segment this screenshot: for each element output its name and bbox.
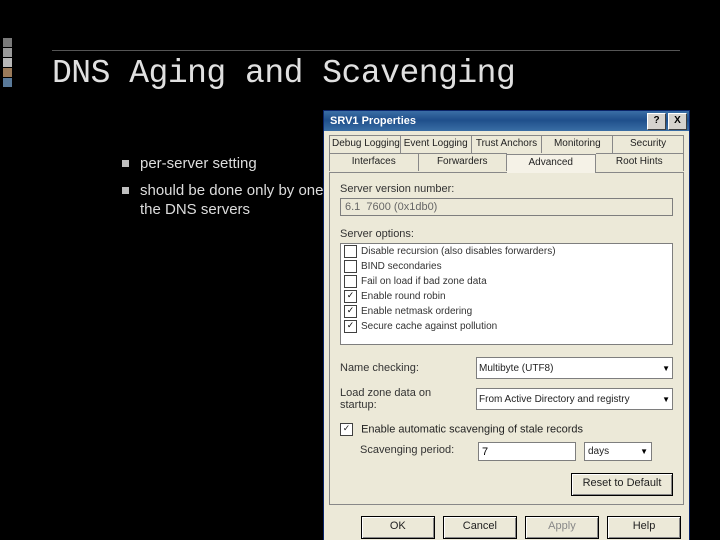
checkbox-icon[interactable] <box>344 245 357 258</box>
select-value: days <box>588 446 609 457</box>
chevron-down-icon: ▼ <box>640 447 648 456</box>
option-label: BIND secondaries <box>361 261 442 272</box>
tab-debug-logging[interactable]: Debug Logging <box>329 135 401 153</box>
help-icon[interactable]: ? <box>647 113 666 130</box>
version-label: Server version number: <box>340 183 673 195</box>
tab-security[interactable]: Security <box>613 135 684 153</box>
reset-default-button[interactable]: Reset to Default <box>571 473 673 496</box>
option-label: Fail on load if bad zone data <box>361 276 487 287</box>
checkbox-icon[interactable] <box>344 275 357 288</box>
tab-trust-anchors[interactable]: Trust Anchors <box>472 135 543 153</box>
name-checking-select[interactable]: Multibyte (UTF8) ▼ <box>476 357 673 379</box>
option-label: Enable netmask ordering <box>361 306 472 317</box>
titlebar[interactable]: SRV1 Properties ? X <box>324 111 689 131</box>
option-round-robin[interactable]: ✓ Enable round robin <box>341 289 672 304</box>
option-label: Enable round robin <box>361 291 446 302</box>
scavenge-period-label: Scavenging period: <box>360 444 470 456</box>
select-value: From Active Directory and registry <box>479 394 630 405</box>
option-label: Secure cache against pollution <box>361 321 497 332</box>
option-netmask-ordering[interactable]: ✓ Enable netmask ordering <box>341 304 672 319</box>
cancel-button[interactable]: Cancel <box>443 516 517 539</box>
title-rule <box>52 50 680 51</box>
chevron-down-icon: ▼ <box>662 395 670 404</box>
server-options-label: Server options: <box>340 228 673 240</box>
name-checking-label: Name checking: <box>340 362 470 374</box>
checkbox-icon[interactable]: ✓ <box>344 305 357 318</box>
checkbox-icon[interactable]: ✓ <box>344 290 357 303</box>
checkbox-icon[interactable]: ✓ <box>344 320 357 333</box>
load-zone-label: Load zone data on startup: <box>340 387 470 411</box>
option-secure-cache[interactable]: ✓ Secure cache against pollution <box>341 319 672 334</box>
checkbox-icon[interactable]: ✓ <box>340 423 353 436</box>
server-options-list[interactable]: Disable recursion (also disables forward… <box>340 243 673 345</box>
scavenge-check-row[interactable]: ✓ Enable automatic scavenging of stale r… <box>340 423 673 436</box>
dialog-buttons: OK Cancel Apply Help <box>324 510 689 540</box>
ok-button[interactable]: OK <box>361 516 435 539</box>
properties-dialog: SRV1 Properties ? X Debug Logging Event … <box>323 110 690 540</box>
option-disable-recursion[interactable]: Disable recursion (also disables forward… <box>341 244 672 259</box>
tab-event-logging[interactable]: Event Logging <box>401 135 472 153</box>
scavenge-unit-select[interactable]: days ▼ <box>584 442 652 461</box>
version-field <box>340 198 673 216</box>
option-label: Disable recursion (also disables forward… <box>361 246 556 257</box>
tab-monitoring[interactable]: Monitoring <box>542 135 613 153</box>
scavenge-period-input[interactable] <box>478 442 576 461</box>
slide-accent <box>3 38 12 88</box>
window-title: SRV1 Properties <box>330 115 645 127</box>
slide-title: DNS Aging and Scavenging <box>52 55 515 92</box>
scavenge-check-label: Enable automatic scavenging of stale rec… <box>361 423 583 435</box>
tab-root-hints[interactable]: Root Hints <box>596 153 685 171</box>
tab-forwarders[interactable]: Forwarders <box>419 153 508 171</box>
close-icon[interactable]: X <box>668 113 687 130</box>
chevron-down-icon: ▼ <box>662 364 670 373</box>
option-bind-secondaries[interactable]: BIND secondaries <box>341 259 672 274</box>
tab-interfaces[interactable]: Interfaces <box>329 153 419 171</box>
tab-advanced[interactable]: Advanced <box>507 154 596 173</box>
panel-advanced: Server version number: Server options: D… <box>329 172 684 505</box>
checkbox-icon[interactable] <box>344 260 357 273</box>
select-value: Multibyte (UTF8) <box>479 363 553 374</box>
apply-button[interactable]: Apply <box>525 516 599 539</box>
load-zone-select[interactable]: From Active Directory and registry ▼ <box>476 388 673 410</box>
option-fail-on-load[interactable]: Fail on load if bad zone data <box>341 274 672 289</box>
help-button[interactable]: Help <box>607 516 681 539</box>
